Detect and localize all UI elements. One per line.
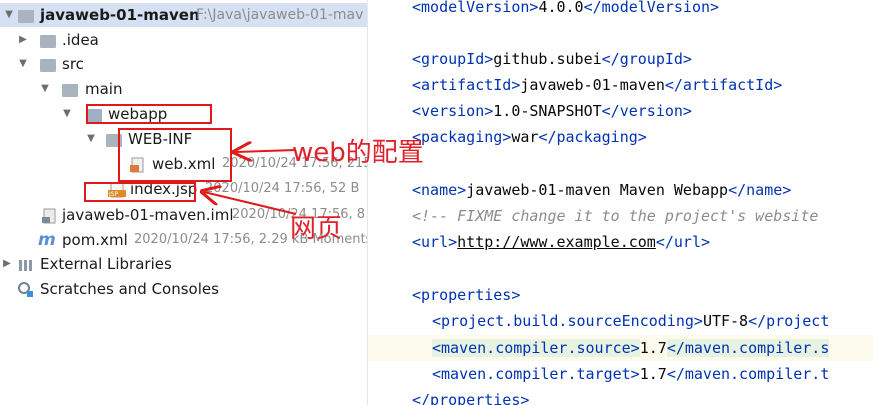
annotation-web-config: web的配置 xyxy=(292,138,424,168)
arrow-to-webinf xyxy=(236,150,297,152)
arrow-to-indexjsp xyxy=(204,192,297,215)
annotation-web-page: 网页 xyxy=(290,214,343,244)
annotation-arrows xyxy=(0,0,297,215)
